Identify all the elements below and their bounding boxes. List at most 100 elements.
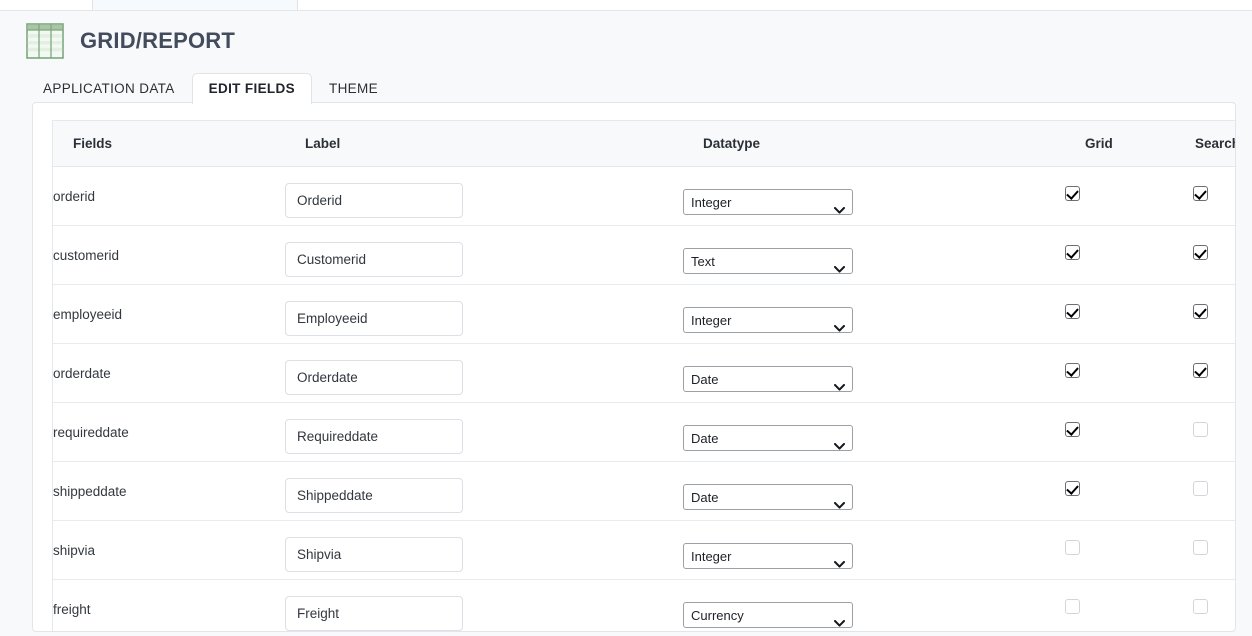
edit-fields-panel: Fields Label Datatype Grid Search orderi… <box>32 102 1236 632</box>
grid-checkbox[interactable] <box>1065 304 1080 319</box>
label-input[interactable] <box>285 301 463 336</box>
datatype-select[interactable]: IntegerTextDateCurrencyDecimalBoolean <box>683 189 853 215</box>
datatype-select[interactable]: IntegerTextDateCurrencyDecimalBoolean <box>683 248 853 274</box>
table-header: Fields Label Datatype Grid Search <box>53 121 1237 167</box>
label-input[interactable] <box>285 360 463 395</box>
field-name-cell: shipvia <box>53 521 286 580</box>
datatype-select[interactable]: IntegerTextDateCurrencyDecimalBoolean <box>683 602 853 628</box>
field-name-cell: freight <box>53 580 286 633</box>
datatype-select[interactable]: IntegerTextDateCurrencyDecimalBoolean <box>683 484 853 510</box>
datatype-cell: IntegerTextDateCurrencyDecimalBoolean <box>683 462 1065 521</box>
grid-checkbox[interactable] <box>1065 363 1080 378</box>
search-checkbox[interactable] <box>1193 422 1208 437</box>
datatype-select-wrapper: IntegerTextDateCurrencyDecimalBoolean <box>683 248 853 274</box>
tab-application-data[interactable]: APPLICATION DATA <box>26 73 192 104</box>
table-row: requireddate IntegerTextDateCurrencyDecim… <box>53 403 1237 462</box>
column-header-fields: Fields <box>53 121 286 167</box>
table-row: customerid IntegerTextDateCurrencyDecimal… <box>53 226 1237 285</box>
label-input[interactable] <box>285 419 463 454</box>
label-input[interactable] <box>285 183 463 218</box>
search-checkbox[interactable] <box>1193 599 1208 614</box>
grid-checkbox[interactable] <box>1065 540 1080 555</box>
tab-theme[interactable]: THEME <box>312 73 395 104</box>
datatype-cell: IntegerTextDateCurrencyDecimalBoolean <box>683 285 1065 344</box>
label-input[interactable] <box>285 242 463 277</box>
table-row: employeeid IntegerTextDateCurrencyDecimal… <box>53 285 1237 344</box>
browser-tabstrip-remnant <box>0 0 1252 11</box>
search-checkbox[interactable] <box>1193 245 1208 260</box>
search-checkbox[interactable] <box>1193 363 1208 378</box>
search-checkbox[interactable] <box>1193 304 1208 319</box>
label-cell <box>285 226 683 285</box>
tabstrip-left-spacer <box>0 0 92 10</box>
datatype-select[interactable]: IntegerTextDateCurrencyDecimalBoolean <box>683 425 853 451</box>
table-header-row: Fields Label Datatype Grid Search <box>53 121 1237 167</box>
field-name-cell: orderdate <box>53 344 286 403</box>
table-row: freight IntegerTextDateCurrencyDecimalBoo… <box>53 580 1237 633</box>
datatype-select[interactable]: IntegerTextDateCurrencyDecimalBoolean <box>683 366 853 392</box>
label-input[interactable] <box>285 537 463 572</box>
grid-checkbox-cell <box>1065 580 1175 633</box>
search-checkbox-cell <box>1175 167 1236 226</box>
search-checkbox[interactable] <box>1193 186 1208 201</box>
field-name-cell: customerid <box>53 226 286 285</box>
label-cell <box>285 521 683 580</box>
grid-checkbox-cell <box>1065 285 1175 344</box>
grid-checkbox-cell <box>1065 167 1175 226</box>
grid-checkbox[interactable] <box>1065 245 1080 260</box>
column-header-search: Search <box>1175 121 1236 167</box>
datatype-select-wrapper: IntegerTextDateCurrencyDecimalBoolean <box>683 543 853 569</box>
label-cell <box>285 462 683 521</box>
search-checkbox-cell <box>1175 580 1236 633</box>
label-input[interactable] <box>285 596 463 631</box>
partial-tab[interactable] <box>92 0 298 10</box>
grid-checkbox-cell <box>1065 521 1175 580</box>
page-header: GRID/REPORT <box>0 11 1252 61</box>
search-checkbox-cell <box>1175 344 1236 403</box>
datatype-cell: IntegerTextDateCurrencyDecimalBoolean <box>683 226 1065 285</box>
search-checkbox-cell <box>1175 462 1236 521</box>
search-checkbox-cell <box>1175 403 1236 462</box>
label-input[interactable] <box>285 478 463 513</box>
table-row: orderdate IntegerTextDateCurrencyDecimalB… <box>53 344 1237 403</box>
datatype-select[interactable]: IntegerTextDateCurrencyDecimalBoolean <box>683 543 853 569</box>
grid-checkbox[interactable] <box>1065 186 1080 201</box>
label-cell <box>285 344 683 403</box>
grid-checkbox-cell <box>1065 344 1175 403</box>
search-checkbox[interactable] <box>1193 481 1208 496</box>
table-row: shipvia IntegerTextDateCurrencyDecimalBoo… <box>53 521 1237 580</box>
search-checkbox[interactable] <box>1193 540 1208 555</box>
grid-checkbox[interactable] <box>1065 481 1080 496</box>
label-cell <box>285 580 683 633</box>
table-row: shippeddate IntegerTextDateCurrencyDecima… <box>53 462 1237 521</box>
label-cell <box>285 403 683 462</box>
datatype-cell: IntegerTextDateCurrencyDecimalBoolean <box>683 344 1065 403</box>
datatype-select-wrapper: IntegerTextDateCurrencyDecimalBoolean <box>683 366 853 392</box>
datatype-cell: IntegerTextDateCurrencyDecimalBoolean <box>683 167 1065 226</box>
field-name-cell: orderid <box>53 167 286 226</box>
tab-bar: APPLICATION DATA EDIT FIELDS THEME <box>0 73 1252 103</box>
tab-edit-fields[interactable]: EDIT FIELDS <box>192 73 312 104</box>
datatype-select-wrapper: IntegerTextDateCurrencyDecimalBoolean <box>683 484 853 510</box>
datatype-select-wrapper: IntegerTextDateCurrencyDecimalBoolean <box>683 425 853 451</box>
grid-checkbox[interactable] <box>1065 599 1080 614</box>
grid-checkbox-cell <box>1065 403 1175 462</box>
page-title: GRID/REPORT <box>80 28 235 54</box>
search-checkbox-cell <box>1175 521 1236 580</box>
field-name-cell: requireddate <box>53 403 286 462</box>
datatype-select[interactable]: IntegerTextDateCurrencyDecimalBoolean <box>683 307 853 333</box>
label-cell <box>285 167 683 226</box>
datatype-select-wrapper: IntegerTextDateCurrencyDecimalBoolean <box>683 189 853 215</box>
datatype-select-wrapper: IntegerTextDateCurrencyDecimalBoolean <box>683 602 853 628</box>
column-header-datatype: Datatype <box>683 121 1065 167</box>
column-header-label: Label <box>285 121 683 167</box>
field-name-cell: shippeddate <box>53 462 286 521</box>
datatype-cell: IntegerTextDateCurrencyDecimalBoolean <box>683 403 1065 462</box>
grid-checkbox-cell <box>1065 226 1175 285</box>
label-cell <box>285 285 683 344</box>
grid-checkbox-cell <box>1065 462 1175 521</box>
grid-checkbox[interactable] <box>1065 422 1080 437</box>
field-name-cell: employeeid <box>53 285 286 344</box>
datatype-select-wrapper: IntegerTextDateCurrencyDecimalBoolean <box>683 307 853 333</box>
fields-table: Fields Label Datatype Grid Search orderi… <box>52 120 1236 632</box>
